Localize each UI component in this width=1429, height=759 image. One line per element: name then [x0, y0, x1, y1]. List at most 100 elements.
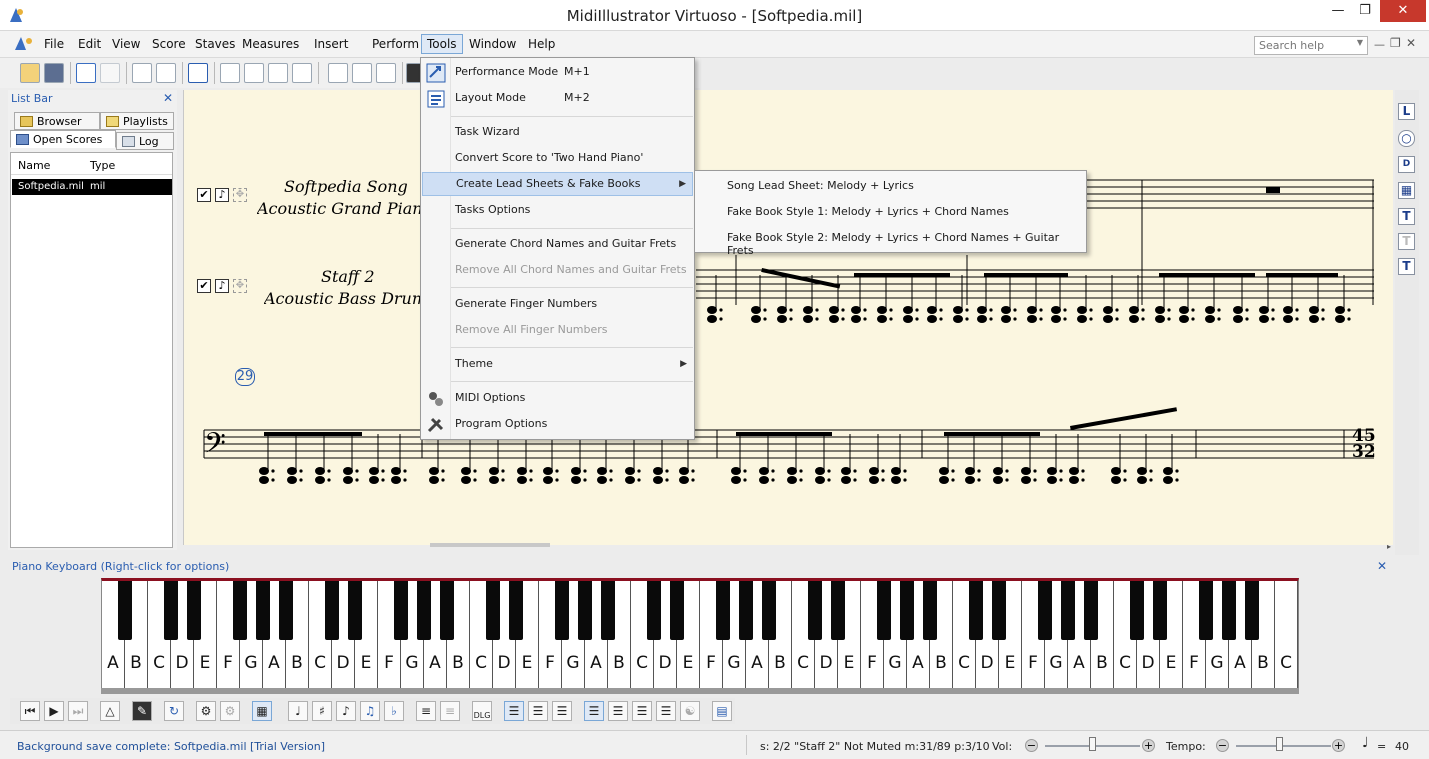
menu-tools[interactable]: Tools	[421, 34, 463, 54]
menu-view[interactable]: View	[112, 37, 140, 51]
minimize-icon[interactable]: —	[1325, 0, 1351, 22]
flat-icon[interactable]: ♭	[384, 701, 404, 721]
save-icon[interactable]	[44, 63, 64, 83]
vol-increase-icon[interactable]: +	[1142, 739, 1155, 752]
mdi-close-icon[interactable]: ✕	[1406, 36, 1416, 50]
pedal-icon[interactable]: ☯	[680, 701, 700, 721]
piano-black-key[interactable]	[992, 581, 1006, 640]
piano-black-key[interactable]	[118, 581, 132, 640]
loop-icon[interactable]: ↻	[164, 701, 184, 721]
menu-item-remove-fingers[interactable]: Remove All Finger Numbers	[422, 319, 693, 343]
piano-black-key[interactable]	[187, 581, 201, 640]
document-icon[interactable]	[13, 35, 35, 53]
submenu-song-lead-sheet[interactable]: Song Lead Sheet: Melody + Lyrics	[727, 179, 914, 192]
text-tool-disabled-icon[interactable]: T	[1398, 233, 1415, 250]
menu-window[interactable]: Window	[469, 37, 516, 51]
open-file-icon[interactable]	[20, 63, 40, 83]
staff1-checkbox[interactable]: ✔	[197, 188, 211, 202]
menu-staves[interactable]: Staves	[195, 37, 235, 51]
staff2-note-icon[interactable]: ♪	[215, 279, 229, 293]
rewind-icon[interactable]: ⏮	[20, 701, 40, 721]
quarter-note-icon[interactable]: ♪	[336, 701, 356, 721]
close-list-bar-icon[interactable]: ✕	[163, 91, 173, 105]
record-icon[interactable]: ✎	[132, 701, 152, 721]
piano-black-key[interactable]	[325, 581, 339, 640]
table-row[interactable]: Softpedia.mil mil	[12, 179, 172, 195]
fast-forward-icon[interactable]: ⏭	[68, 701, 88, 721]
menu-item-generate-fingers[interactable]: Generate Finger Numbers	[422, 293, 693, 317]
align-right-icon[interactable]: ☰	[552, 701, 572, 721]
piano-black-key[interactable]	[348, 581, 362, 640]
menu-file[interactable]: File	[44, 37, 64, 51]
book-icon[interactable]	[244, 63, 264, 83]
piano-black-key[interactable]	[164, 581, 178, 640]
piano-black-key[interactable]	[486, 581, 500, 640]
staff1-note-icon[interactable]: ♪	[215, 188, 229, 202]
close-window-button[interactable]: ✕	[1380, 0, 1426, 22]
scroll-right-icon[interactable]: ▸	[1387, 542, 1391, 551]
list-icon[interactable]: ☰	[656, 701, 676, 721]
piano-black-key[interactable]	[1153, 581, 1167, 640]
outdent-icon[interactable]: ☰	[632, 701, 652, 721]
menu-item-remove-chords[interactable]: Remove All Chord Names and Guitar Frets	[422, 259, 693, 283]
piano-black-key[interactable]	[670, 581, 684, 640]
context-help-icon[interactable]	[188, 63, 208, 83]
indent-icon[interactable]: ☰	[608, 701, 628, 721]
piano-black-key[interactable]	[969, 581, 983, 640]
horizontal-scrollbar[interactable]	[430, 543, 550, 547]
text-style-tool-icon[interactable]: T	[1398, 258, 1415, 275]
piano-black-key[interactable]	[1245, 581, 1259, 640]
undo-icon[interactable]	[76, 63, 96, 83]
staff2-checkbox[interactable]: ✔	[197, 279, 211, 293]
menu-score[interactable]: Score	[152, 37, 186, 51]
piano-black-key[interactable]	[256, 581, 270, 640]
export-icon[interactable]	[220, 63, 240, 83]
piano-black-key[interactable]	[1199, 581, 1213, 640]
maximize-icon[interactable]: ❐	[1352, 0, 1378, 22]
zoom-fit-icon[interactable]	[352, 63, 372, 83]
piano-black-key[interactable]	[762, 581, 776, 640]
piano-black-key[interactable]	[1038, 581, 1052, 640]
mdi-restore-icon[interactable]: ❐	[1390, 36, 1401, 50]
dialog-button[interactable]: DLG	[472, 701, 492, 721]
menu-item-lead-sheets[interactable]: Create Lead Sheets & Fake Books ▶	[422, 172, 693, 196]
tab-log[interactable]: Log	[116, 132, 174, 150]
menu-measures[interactable]: Measures	[242, 37, 299, 51]
tab-browser[interactable]: Browser	[14, 112, 100, 130]
menu-insert[interactable]: Insert	[314, 37, 348, 51]
menu-item-program-options[interactable]: Program Options	[422, 413, 693, 437]
sharp-icon[interactable]: ♯	[312, 701, 332, 721]
menu-item-task-wizard[interactable]: Task Wizard	[422, 121, 693, 145]
piano-black-key[interactable]	[1130, 581, 1144, 640]
align-left-icon[interactable]: ☰	[504, 701, 524, 721]
menu-help[interactable]: Help	[528, 37, 555, 51]
piano-black-key[interactable]	[555, 581, 569, 640]
score-canvas[interactable]: 𝄢 ✔ ♪ ✥ Softpedia Song Acoustic Grand Pi…	[183, 90, 1393, 551]
play-icon[interactable]: ▶	[44, 701, 64, 721]
menu-item-convert-score[interactable]: Convert Score to 'Two Hand Piano'	[422, 147, 693, 171]
chord-tool-icon[interactable]: ▦	[1398, 182, 1415, 199]
text-tool-icon[interactable]: T	[1398, 208, 1415, 225]
vol-decrease-icon[interactable]: −	[1025, 739, 1038, 752]
piano-black-key[interactable]	[877, 581, 891, 640]
column-type[interactable]: Type	[90, 159, 115, 172]
menu-item-tasks-options[interactable]: Tasks Options	[422, 199, 693, 223]
piano-keyboard[interactable]: ABCDEFGABCDEFGABCDEFGABCDEFGABCDEFGABCDE…	[101, 578, 1299, 694]
piano-black-key[interactable]	[808, 581, 822, 640]
zoom-in-icon[interactable]	[376, 63, 396, 83]
tab-playlists[interactable]: Playlists	[100, 112, 174, 130]
piano-black-key[interactable]	[279, 581, 293, 640]
staff-icon[interactable]: ≡	[416, 701, 436, 721]
note-value-icon[interactable]: ♩	[288, 701, 308, 721]
comment-tool-icon[interactable]: ○	[1398, 130, 1415, 147]
piano-black-key[interactable]	[440, 581, 454, 640]
lyrics-tool-icon[interactable]: L	[1398, 103, 1415, 120]
print-preview-icon[interactable]	[156, 63, 176, 83]
submenu-fake-book-1[interactable]: Fake Book Style 1: Melody + Lyrics + Cho…	[727, 205, 1009, 218]
midi-settings-icon[interactable]	[268, 63, 288, 83]
submenu-fake-book-2[interactable]: Fake Book Style 2: Melody + Lyrics + Cho…	[727, 231, 1086, 257]
tempo-slider-knob[interactable]	[1275, 737, 1283, 751]
staff-add-icon[interactable]: ≡	[440, 701, 460, 721]
justify-icon[interactable]: ☰	[584, 701, 604, 721]
menu-item-layout-mode[interactable]: Layout Mode M+2	[422, 87, 693, 111]
